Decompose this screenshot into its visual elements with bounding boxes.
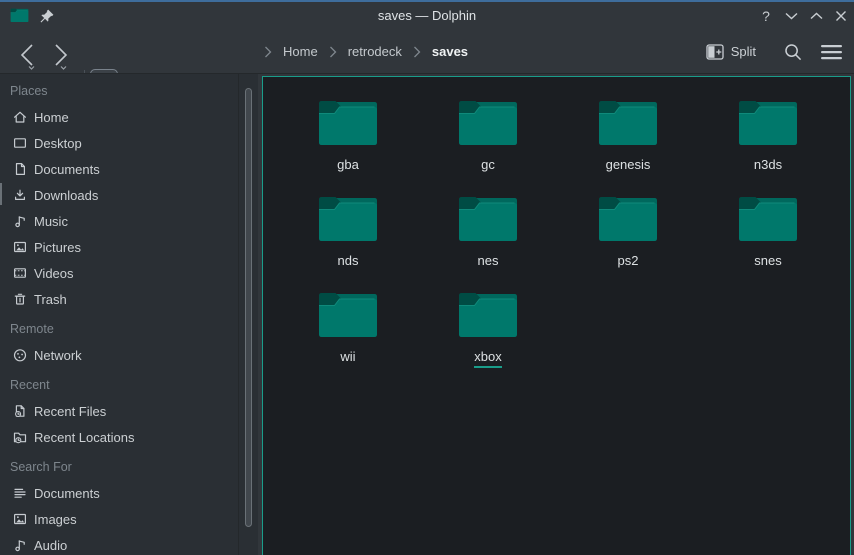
folder-icon — [737, 193, 799, 243]
chevron-right-icon — [45, 40, 75, 70]
chevron-left-icon — [13, 40, 43, 70]
breadcrumb-item-saves[interactable]: saves — [432, 44, 468, 59]
split-button[interactable]: Split — [706, 44, 756, 60]
sidebar-section: Recent Recent Files Recent Locations — [0, 372, 238, 450]
sidebar-section: Places Home Desktop Documents Downloads … — [0, 78, 238, 312]
folder-icon — [597, 193, 659, 243]
help-button[interactable]: ? — [754, 4, 778, 28]
breadcrumb-item-retrodeck[interactable]: retrodeck — [348, 44, 402, 59]
titlebar: saves — Dolphin ? — [0, 2, 854, 30]
folder-gc[interactable]: gc — [418, 89, 558, 185]
hamburger-icon — [821, 44, 842, 60]
sidebar-section-header: Remote — [0, 316, 238, 342]
chevron-up-icon — [810, 12, 823, 20]
sidebar-item-network[interactable]: Network — [0, 342, 238, 368]
folder-icon — [457, 193, 519, 243]
toolbar: Home retrodeck saves Split — [0, 30, 854, 73]
sidebar-item-recent-locations[interactable]: Recent Locations — [0, 424, 238, 450]
panel-divider — [238, 74, 239, 555]
close-button[interactable] — [829, 4, 853, 28]
folder-n3ds[interactable]: n3ds — [698, 89, 838, 185]
sidebar-section-header: Recent — [0, 372, 238, 398]
sidebar-item-images[interactable]: Images — [0, 506, 238, 532]
image-icon — [12, 511, 28, 527]
sidebar-item-audio[interactable]: Audio — [0, 532, 238, 555]
sidebar-section: Remote Network — [0, 316, 238, 368]
sidebar-item-downloads[interactable]: Downloads — [0, 182, 238, 208]
download-icon — [12, 187, 28, 203]
sidebar-section: Search For Documents Images Audio — [0, 454, 238, 555]
magnifier-icon — [783, 42, 803, 62]
sidebar-item-trash[interactable]: Trash — [0, 286, 238, 312]
sidebar-scrollbar[interactable] — [245, 88, 252, 527]
sidebar-item-home[interactable]: Home — [0, 104, 238, 130]
sidebar-item-desktop[interactable]: Desktop — [0, 130, 238, 156]
sidebar-item-documents[interactable]: Documents — [0, 156, 238, 182]
folder-icon — [737, 97, 799, 147]
window-controls: ? — [754, 4, 853, 28]
sidebar-item-documents[interactable]: Documents — [0, 480, 238, 506]
sidebar-section-header: Places — [0, 78, 238, 104]
places-list: Places Home Desktop Documents Downloads … — [0, 78, 238, 555]
recent-folder-clock-icon — [12, 429, 28, 445]
folder-ps2[interactable]: ps2 — [558, 185, 698, 281]
sidebar-section-header: Search For — [0, 454, 238, 480]
breadcrumb: Home retrodeck saves — [264, 30, 468, 73]
folder-icon — [457, 289, 519, 339]
sidebar-item-pictures[interactable]: Pictures — [0, 234, 238, 260]
close-x-icon — [835, 10, 847, 22]
folder-xbox[interactable]: xbox — [418, 281, 558, 377]
music-note-icon — [12, 213, 28, 229]
help-icon: ? — [762, 8, 770, 24]
minimize-button[interactable] — [779, 4, 803, 28]
split-label: Split — [731, 44, 756, 59]
text-lines-icon — [12, 485, 28, 501]
breadcrumb-item-home[interactable]: Home — [283, 44, 318, 59]
maximize-button[interactable] — [804, 4, 828, 28]
network-globe-icon — [12, 347, 28, 363]
image-icon — [12, 239, 28, 255]
breadcrumb-separator — [264, 46, 272, 58]
breadcrumb-separator — [329, 46, 337, 58]
places-panel: Places Home Desktop Documents Downloads … — [0, 74, 258, 555]
home-icon — [12, 109, 28, 125]
folder-grid: gba gc genesis n3ds nds — [278, 89, 838, 377]
window-edge-highlight — [0, 183, 2, 205]
folder-nes[interactable]: nes — [418, 185, 558, 281]
music-note-icon — [12, 537, 28, 553]
folder-wii[interactable]: wii — [278, 281, 418, 377]
folder-view[interactable]: gba gc genesis n3ds nds — [262, 76, 851, 555]
sidebar-item-music[interactable]: Music — [0, 208, 238, 234]
sidebar-item-videos[interactable]: Videos — [0, 260, 238, 286]
folder-snes[interactable]: snes — [698, 185, 838, 281]
recent-file-clock-icon — [12, 403, 28, 419]
chevron-right-icon — [329, 46, 337, 58]
split-view-icon — [706, 44, 724, 60]
folder-gba[interactable]: gba — [278, 89, 418, 185]
folder-icon — [317, 97, 379, 147]
folder-icon — [317, 193, 379, 243]
chevron-right-icon — [264, 46, 272, 58]
desktop-icon — [12, 135, 28, 151]
search-button[interactable] — [778, 37, 808, 67]
breadcrumb-separator — [413, 46, 421, 58]
menu-button[interactable] — [816, 37, 846, 67]
film-icon — [12, 265, 28, 281]
forward-button[interactable] — [45, 40, 75, 70]
chevron-down-icon — [785, 12, 798, 20]
folder-icon — [317, 289, 379, 339]
sidebar-item-recent-files[interactable]: Recent Files — [0, 398, 238, 424]
folder-genesis[interactable]: genesis — [558, 89, 698, 185]
folder-nds[interactable]: nds — [278, 185, 418, 281]
folder-icon — [597, 97, 659, 147]
document-icon — [12, 161, 28, 177]
window-title: saves — Dolphin — [0, 2, 854, 30]
back-button[interactable] — [13, 40, 43, 70]
folder-icon — [457, 97, 519, 147]
chevron-right-icon — [413, 46, 421, 58]
trash-icon — [12, 291, 28, 307]
